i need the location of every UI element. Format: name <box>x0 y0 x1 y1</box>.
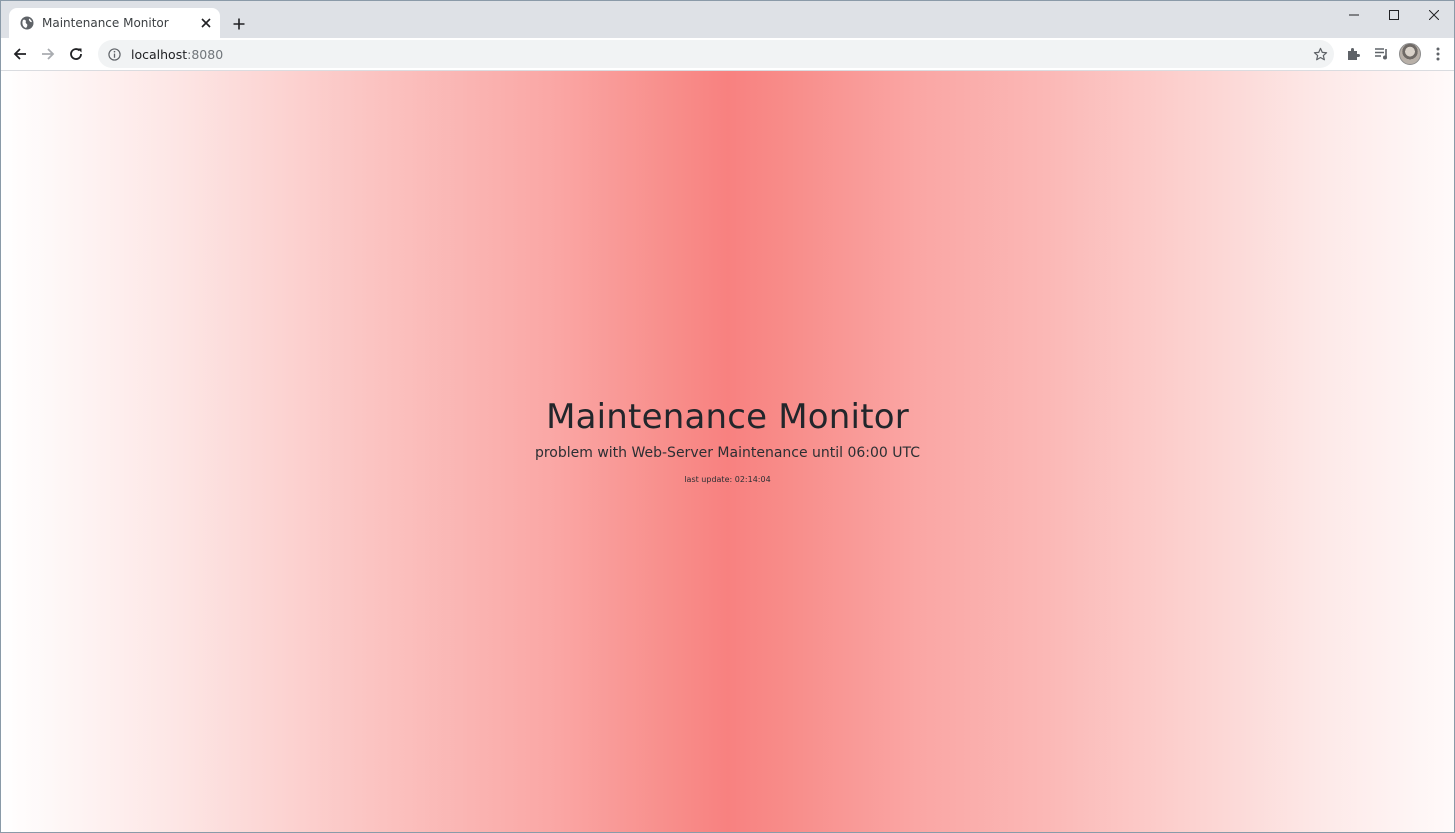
info-icon[interactable] <box>106 46 122 62</box>
page-viewport: Maintenance Monitor problem with Web-Ser… <box>1 71 1454 832</box>
tab-maintenance-monitor[interactable]: Maintenance Monitor <box>9 8 220 38</box>
extensions-button[interactable] <box>1340 40 1368 68</box>
page-title: Maintenance Monitor <box>546 397 909 437</box>
address-bar[interactable]: localhost:8080 <box>98 40 1334 68</box>
url-text: localhost:8080 <box>131 47 223 62</box>
new-tab-button[interactable] <box>228 13 250 35</box>
arrow-right-icon <box>42 48 55 60</box>
bookmark-star-icon[interactable] <box>1312 46 1328 62</box>
profile-button[interactable] <box>1396 40 1424 68</box>
toolbar-right <box>1340 40 1452 68</box>
playlist-icon <box>1375 48 1387 60</box>
globe-icon <box>19 15 35 31</box>
minimize-button[interactable] <box>1334 1 1374 29</box>
browser-toolbar: localhost:8080 <box>1 38 1454 71</box>
close-tab-icon[interactable] <box>198 15 214 31</box>
forward-button[interactable] <box>34 40 62 68</box>
close-icon <box>1429 10 1439 20</box>
status-message: problem with Web-Server Maintenance unti… <box>534 445 921 461</box>
maximize-button[interactable] <box>1374 1 1414 29</box>
minimize-icon <box>1349 14 1359 16</box>
tab-title: Maintenance Monitor <box>42 16 169 30</box>
back-button[interactable] <box>6 40 34 68</box>
reload-icon <box>70 48 82 60</box>
browser-window: Maintenance Monitor localhost:8080 Maint… <box>0 0 1455 833</box>
puzzle-icon <box>1348 48 1360 60</box>
window-controls <box>1334 1 1454 29</box>
last-update-text: last update: 02:14:04 <box>684 475 771 484</box>
plus-icon <box>233 18 245 30</box>
url-port: :8080 <box>187 46 224 62</box>
tab-strip: Maintenance Monitor <box>1 1 1454 38</box>
close-window-button[interactable] <box>1414 1 1454 29</box>
avatar <box>1399 43 1421 65</box>
more-vertical-icon <box>1436 47 1440 61</box>
reload-button[interactable] <box>62 40 90 68</box>
media-controls-button[interactable] <box>1368 40 1396 68</box>
monitor-panel: Maintenance Monitor problem with Web-Ser… <box>1 397 1454 484</box>
arrow-left-icon <box>13 48 26 60</box>
maximize-icon <box>1389 10 1399 20</box>
menu-button[interactable] <box>1424 40 1452 68</box>
url-host: localhost <box>131 46 188 62</box>
